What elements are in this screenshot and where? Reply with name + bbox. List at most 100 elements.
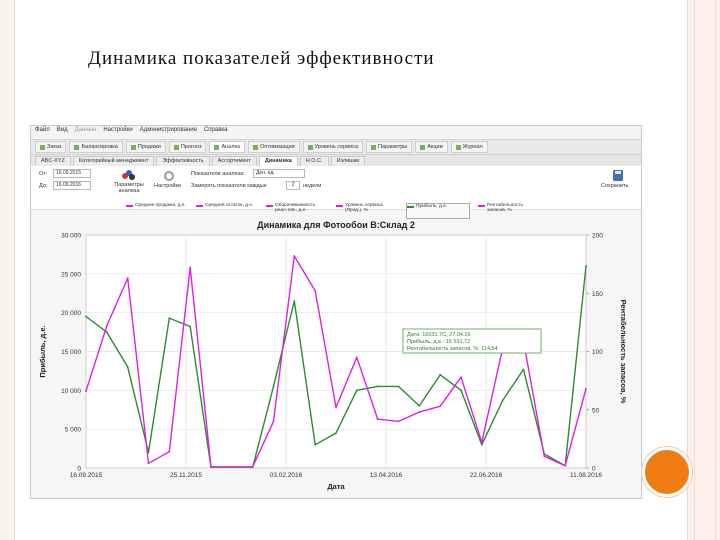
data-point: [355, 389, 358, 392]
toolbar-service-level-button[interactable]: Уровень сервиса: [302, 141, 363, 153]
x-tick-label: 22.06.2016: [470, 472, 503, 479]
from-label: От:: [39, 171, 48, 177]
data-point: [335, 406, 337, 409]
legend-swatch: [126, 205, 133, 207]
tab-nos[interactable]: Н.О.С.: [299, 156, 329, 166]
data-point: [397, 420, 400, 423]
data-point: [189, 325, 192, 328]
to-label: До:: [39, 183, 48, 189]
x-tick-label: 16.09.2015: [70, 472, 103, 479]
y-axis-label: Прибыль, д.е.: [38, 325, 47, 377]
chart-title: Динамика для Фотообои В:Склад 2: [257, 220, 415, 230]
orange-circle-decoration: [642, 447, 692, 497]
legend-label: Рентабельность запасов, %: [487, 203, 524, 214]
data-point: [168, 317, 171, 320]
menu-admin[interactable]: Администрирование: [140, 127, 197, 138]
y-tick-label: 30 000: [61, 233, 81, 240]
legend-label: Средние продажи, д.е.: [135, 203, 186, 208]
data-point: [522, 368, 525, 371]
save-icon[interactable]: [613, 170, 623, 181]
x-tick-label: 25.11.2015: [170, 472, 202, 479]
tab-efficiency[interactable]: Эффективность: [156, 156, 210, 166]
legend-label: Уровень сервиса (Прод.), %: [345, 203, 383, 214]
x-tick-label: 11.08.2016: [570, 472, 602, 479]
settings-gear-icon[interactable]: [164, 171, 174, 181]
tooltip-text: Прибыль, д.е.: 16 531,72: [407, 339, 470, 345]
menu-bar: Файл Вид Данные Настройки Администрирова…: [31, 126, 641, 139]
y-tick-label: 15 000: [61, 349, 81, 356]
data-point: [418, 411, 421, 413]
data-point: [168, 450, 171, 453]
toolbar-forecast-button[interactable]: Прогноз: [168, 141, 207, 153]
data-point: [376, 385, 379, 388]
menu-data[interactable]: Данные: [75, 127, 97, 138]
data-point: [272, 385, 275, 388]
measure-stepper[interactable]: 2: [286, 181, 300, 190]
data-point: [126, 366, 129, 368]
optimization-icon: [253, 144, 259, 150]
data-point: [85, 390, 87, 393]
tooltip-text: Дата: 16031.7С, 27.04.16: [407, 332, 471, 338]
legend-label: Средний остаток, д.е.: [205, 203, 254, 208]
toolbar-balancing-button[interactable]: Балансировка: [69, 141, 123, 153]
tab-dynamics[interactable]: Динамика: [258, 156, 298, 166]
promotions-icon: [420, 144, 426, 150]
to-date-field[interactable]: 16.09.2016: [53, 181, 91, 190]
data-point: [147, 462, 150, 465]
journal-icon: [455, 144, 461, 150]
data-point: [460, 376, 462, 379]
legend-label: Прибыль, д.е.: [416, 204, 448, 209]
menu-view[interactable]: Вид: [57, 127, 68, 138]
menu-file[interactable]: Файл: [35, 127, 50, 138]
data-point: [460, 389, 462, 392]
data-point: [397, 385, 400, 388]
save-button[interactable]: Сохранить: [601, 183, 628, 189]
y2-tick-label: 100: [592, 349, 603, 356]
settings-button-label[interactable]: Настройки: [154, 183, 181, 189]
x-tick-label: 03.02.2016: [270, 472, 303, 479]
show-values-select[interactable]: Ден. ед.: [253, 169, 305, 178]
y-tick-label: 5 000: [65, 427, 82, 434]
analysis-tabs: ABC-XYZ Категорийный менеджмент Эффектив…: [31, 155, 641, 166]
show-values-label: Показатели анализа:: [191, 171, 245, 177]
data-point: [480, 441, 483, 444]
toolbar-parameters-button[interactable]: Параметры: [365, 141, 413, 153]
toolbar-journal-button[interactable]: Журнал: [450, 141, 488, 153]
y2-tick-label: 50: [592, 407, 600, 414]
data-point: [439, 373, 442, 376]
legend-swatch: [407, 206, 414, 208]
tab-abc-xyz[interactable]: ABC-XYZ: [35, 156, 71, 166]
menu-help[interactable]: Справка: [204, 127, 228, 138]
data-point: [314, 443, 317, 446]
data-point: [272, 420, 275, 423]
toolbar-sales-button[interactable]: Продажи: [125, 141, 166, 153]
y2-axis-label: Рентабельность запасов, %: [619, 300, 628, 404]
data-point: [501, 399, 504, 402]
legend-label: Оборачиваемость реал.тов., д.е.: [275, 203, 316, 214]
slide-right-border: [687, 0, 720, 540]
toolbar-promotions-button[interactable]: Акции: [415, 141, 448, 153]
analysis-params-icon[interactable]: [122, 170, 135, 181]
tab-surplus[interactable]: Излишки: [330, 156, 366, 166]
y2-tick-label: 200: [592, 233, 603, 240]
toolbar-order-button[interactable]: Заказ: [35, 141, 67, 153]
data-point: [251, 465, 254, 468]
menu-settings[interactable]: Настройки: [103, 127, 132, 138]
data-point: [210, 465, 212, 468]
data-point: [105, 324, 108, 327]
data-point: [105, 331, 108, 333]
params-button-label[interactable]: Параметры анализа: [111, 182, 147, 194]
from-date-field[interactable]: 16.09.2015: [53, 169, 91, 178]
toolbar-optimization-button[interactable]: Оптимизация: [248, 141, 300, 153]
service-level-icon: [307, 144, 313, 150]
x-tick-label: 13.04.2016: [370, 472, 403, 479]
tab-assortment[interactable]: Ассортимент: [211, 156, 257, 166]
data-point: [189, 266, 192, 269]
app-window: Файл Вид Данные Настройки Администрирова…: [30, 125, 642, 499]
data-point: [585, 265, 587, 267]
toolbar-analysis-button[interactable]: Анализ: [209, 141, 246, 153]
sales-icon: [130, 144, 136, 150]
tab-category-management[interactable]: Категорийный менеджмент: [72, 156, 155, 166]
legend-swatch: [478, 205, 485, 207]
analysis-icon: [214, 144, 220, 150]
